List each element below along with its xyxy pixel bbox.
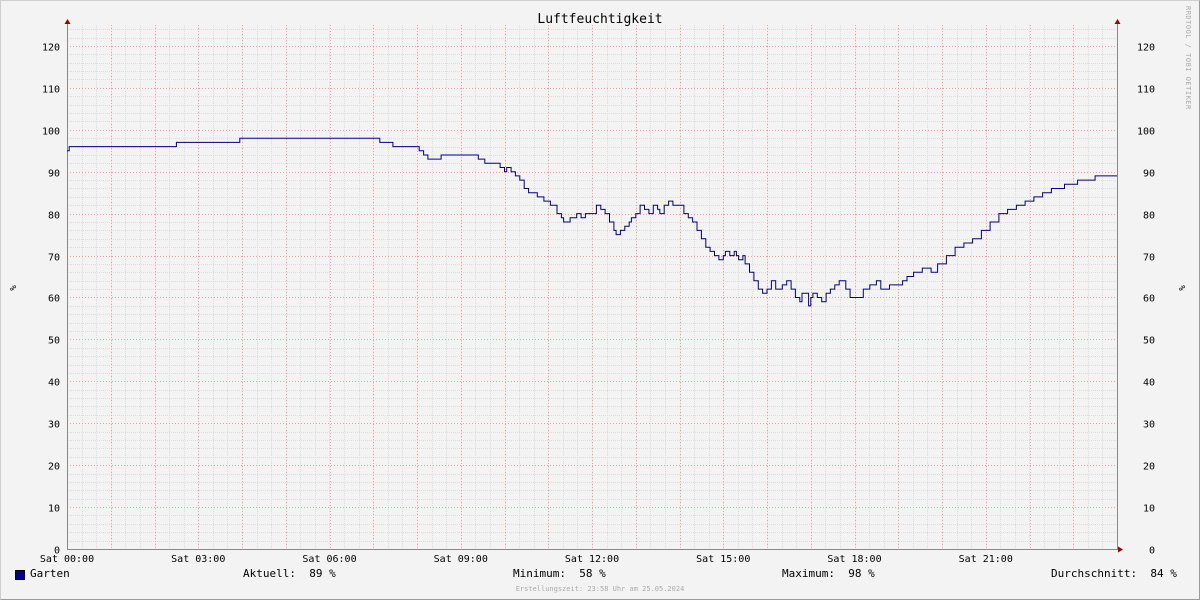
x-tick-label: Sat 15:00 bbox=[696, 554, 750, 565]
y-tick-label-right: 0 bbox=[1149, 546, 1155, 557]
y-tick-label-right: 80 bbox=[1143, 211, 1155, 222]
y-tick-label-left: 20 bbox=[48, 462, 60, 473]
y-tick-label-right: 120 bbox=[1137, 43, 1155, 54]
footnote: Erstellungszeit: 23:58 Uhr am 25.05.2024 bbox=[515, 585, 685, 593]
x-tick-label: Sat 18:00 bbox=[827, 554, 881, 565]
y-axis-label-right: % bbox=[1176, 285, 1186, 291]
y-tick-label-right: 30 bbox=[1143, 420, 1155, 431]
y-tick-label-right: 70 bbox=[1143, 253, 1155, 264]
y-tick-label-left: 120 bbox=[42, 43, 60, 54]
x-tick-label: Sat 00:00 bbox=[40, 554, 94, 565]
y-tick-label-left: 50 bbox=[48, 336, 60, 347]
x-tick-label: Sat 03:00 bbox=[171, 554, 225, 565]
y-tick-label-left: 70 bbox=[48, 253, 60, 264]
y-tick-labels: 0 010 1020 2030 3040 4050 5060 6070 7080 8090 9010… bbox=[42, 43, 1155, 557]
y-tick-label-left: 110 bbox=[42, 85, 60, 96]
x-tick-label: Sat 09:00 bbox=[434, 554, 488, 565]
x-tick-labels: Sat 00:00 Sat 03:00 Sat 06:00 Sat 09:00 Sat … bbox=[40, 554, 1013, 565]
y-tick-label-left: 90 bbox=[48, 169, 60, 180]
x-tick-label: Sat 12:00 bbox=[565, 554, 619, 565]
chart-title: Luftfeuchtigkeit bbox=[537, 12, 662, 27]
y-tick-label-right: 90 bbox=[1143, 169, 1155, 180]
chart-svg: Luftfeuchtigkeit 0 010 1020 2030 3040 4050 506… bbox=[7, 12, 1186, 565]
legend-series-name: Garten bbox=[30, 567, 70, 580]
x-tick-label: Sat 21:00 bbox=[959, 554, 1013, 565]
y-tick-label-right: 20 bbox=[1143, 462, 1155, 473]
legend-minimum: Minimum: 58 % bbox=[513, 567, 606, 580]
y-tick-label-left: 10 bbox=[48, 504, 60, 515]
legend-current: Aktuell: 89 % bbox=[243, 567, 336, 580]
legend-average: Durchschnitt: 84 % bbox=[1051, 567, 1177, 580]
legend-maximum: Maximum: 98 % bbox=[782, 567, 875, 580]
y-tick-label-right: 40 bbox=[1143, 378, 1155, 389]
x-axis-arrow bbox=[1118, 546, 1123, 553]
y-tick-label-left: 40 bbox=[48, 378, 60, 389]
y-tick-label-right: 110 bbox=[1137, 85, 1155, 96]
y-tick-label-left: 80 bbox=[48, 211, 60, 222]
y-tick-label-left: 30 bbox=[48, 420, 60, 431]
y-tick-label-right: 50 bbox=[1143, 336, 1155, 347]
legend-row: Garten Aktuell: 89 % Minimum: 58 % Maxim… bbox=[0, 567, 1200, 585]
y-axis-label-left: % bbox=[7, 285, 17, 291]
y-tick-label-right: 60 bbox=[1143, 294, 1155, 305]
y-axis-arrow-left bbox=[64, 19, 71, 24]
x-tick-label: Sat 06:00 bbox=[302, 554, 356, 565]
grid-major bbox=[67, 25, 1117, 549]
watermark: RRDTOOL / TOBI OETIKER bbox=[1184, 6, 1192, 110]
y-tick-label-left: 100 bbox=[42, 127, 60, 138]
y-tick-label-right: 10 bbox=[1143, 504, 1155, 515]
y-axis-arrow-right bbox=[1114, 19, 1121, 24]
y-tick-label-right: 100 bbox=[1137, 127, 1155, 138]
axis-layer bbox=[64, 19, 1123, 553]
y-tick-label-left: 60 bbox=[48, 294, 60, 305]
